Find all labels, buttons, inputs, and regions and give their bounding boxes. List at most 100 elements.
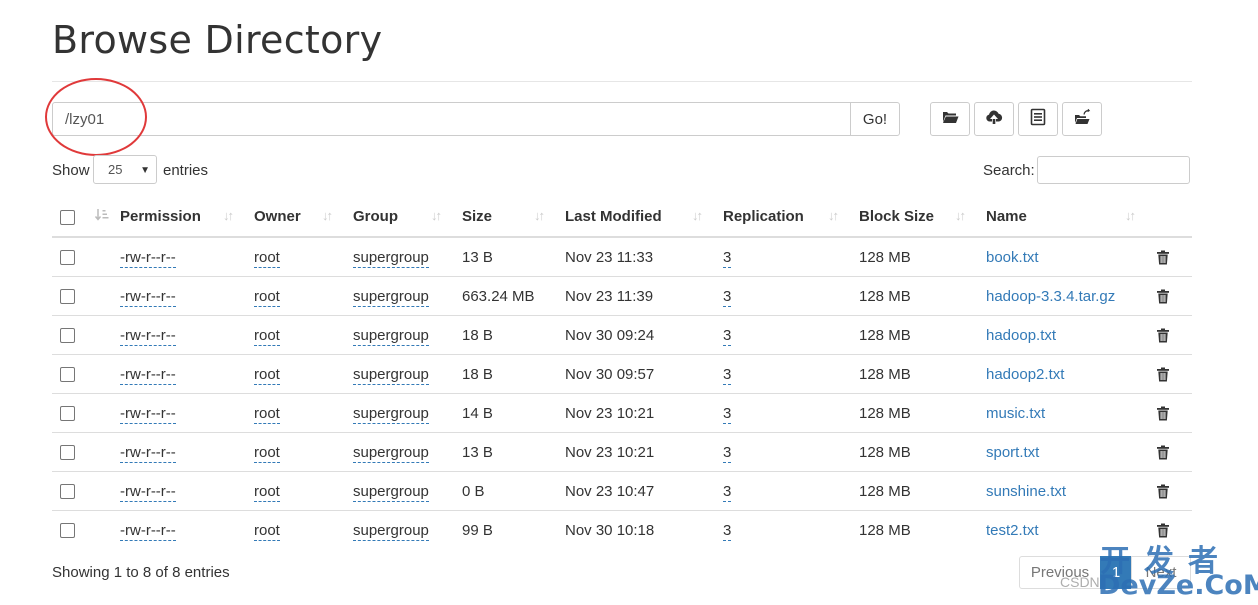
- replication-cell[interactable]: 3: [723, 521, 732, 541]
- owner-cell[interactable]: root: [254, 287, 280, 307]
- entries-length-select[interactable]: 25 ▼: [93, 155, 157, 184]
- replication-cell[interactable]: 3: [723, 365, 732, 385]
- row-checkbox[interactable]: [60, 484, 75, 500]
- permission-cell[interactable]: -rw-r--r--: [120, 248, 176, 268]
- list-view-button[interactable]: [1018, 102, 1058, 136]
- replication-cell[interactable]: 3: [723, 248, 732, 268]
- cut-paste-button[interactable]: [1062, 102, 1102, 136]
- last-modified-cell-wrap: Nov 30 09:24: [557, 315, 715, 355]
- file-name-link[interactable]: sunshine.txt: [986, 483, 1066, 500]
- file-name-link[interactable]: hadoop.txt: [986, 327, 1056, 344]
- row-spacer-cell: [86, 510, 112, 549]
- group-cell[interactable]: supergroup: [353, 482, 429, 502]
- row-checkbox[interactable]: [60, 445, 75, 461]
- size-cell-wrap: 663.24 MB: [454, 276, 557, 316]
- block-size-cell-wrap: 128 MB: [851, 432, 978, 472]
- permission-cell[interactable]: -rw-r--r--: [120, 326, 176, 346]
- page-1-button[interactable]: 1: [1100, 556, 1132, 589]
- permission-cell[interactable]: -rw-r--r--: [120, 404, 176, 424]
- upload-button[interactable]: [974, 102, 1014, 136]
- column-header-name[interactable]: Name ↓↑: [978, 197, 1148, 238]
- owner-cell[interactable]: root: [254, 404, 280, 424]
- permission-cell-wrap: -rw-r--r--: [112, 510, 246, 549]
- search-input[interactable]: [1037, 156, 1190, 184]
- create-directory-button[interactable]: [930, 102, 970, 136]
- permission-cell-wrap: -rw-r--r--: [112, 354, 246, 394]
- path-bar: Go!: [52, 102, 900, 136]
- owner-cell[interactable]: root: [254, 482, 280, 502]
- group-cell[interactable]: supergroup: [353, 287, 429, 307]
- group-cell[interactable]: supergroup: [353, 365, 429, 385]
- permission-cell[interactable]: -rw-r--r--: [120, 365, 176, 385]
- sort-icon: ↓↑: [1125, 208, 1136, 223]
- last-modified-cell-wrap: Nov 23 11:33: [557, 237, 715, 277]
- group-cell[interactable]: supergroup: [353, 248, 429, 268]
- block-size-cell-wrap: 128 MB: [851, 393, 978, 433]
- owner-cell[interactable]: root: [254, 521, 280, 541]
- upload-cloud-icon: [985, 108, 1003, 130]
- file-name-link[interactable]: book.txt: [986, 249, 1039, 266]
- replication-cell[interactable]: 3: [723, 482, 732, 502]
- last-modified-cell: Nov 23 10:47: [565, 482, 655, 500]
- size-cell: 18 B: [462, 326, 493, 344]
- owner-cell[interactable]: root: [254, 443, 280, 463]
- group-cell[interactable]: supergroup: [353, 521, 429, 541]
- group-cell[interactable]: supergroup: [353, 326, 429, 346]
- column-header-group[interactable]: Group ↓↑: [345, 197, 454, 238]
- column-header-permission[interactable]: Permission ↓↑: [112, 197, 246, 238]
- permission-cell[interactable]: -rw-r--r--: [120, 521, 176, 541]
- chevron-down-icon: ▼: [140, 165, 150, 176]
- permission-cell[interactable]: -rw-r--r--: [120, 482, 176, 502]
- owner-cell[interactable]: root: [254, 326, 280, 346]
- group-cell[interactable]: supergroup: [353, 404, 429, 424]
- trash-icon[interactable]: [1156, 522, 1170, 539]
- trash-icon[interactable]: [1156, 444, 1170, 461]
- trash-icon[interactable]: [1156, 366, 1170, 383]
- column-header-size[interactable]: Size ↓↑: [454, 197, 557, 238]
- size-cell-wrap: 14 B: [454, 393, 557, 433]
- select-all-checkbox[interactable]: [60, 209, 75, 225]
- file-name-link[interactable]: hadoop2.txt: [986, 366, 1064, 383]
- row-checkbox[interactable]: [60, 523, 75, 539]
- trash-icon[interactable]: [1156, 288, 1170, 305]
- sort-icon: ↓↑: [223, 208, 234, 223]
- path-input[interactable]: [52, 102, 864, 136]
- column-header-block-size[interactable]: Block Size ↓↑: [851, 197, 978, 238]
- trash-icon[interactable]: [1156, 249, 1170, 266]
- last-modified-cell-wrap: Nov 23 10:47: [557, 471, 715, 511]
- owner-cell[interactable]: root: [254, 248, 280, 268]
- file-table: Permission ↓↑ Owner ↓↑ Group ↓↑ Size ↓↑ Last…: [52, 197, 1192, 549]
- row-select-cell: [52, 510, 86, 549]
- row-checkbox[interactable]: [60, 367, 75, 383]
- owner-cell[interactable]: root: [254, 365, 280, 385]
- column-header-replication[interactable]: Replication ↓↑: [715, 197, 851, 238]
- column-header-last-modified[interactable]: Last Modified ↓↑: [557, 197, 715, 238]
- last-modified-cell-wrap: Nov 30 10:18: [557, 510, 715, 549]
- file-name-wrap: hadoop-3.3.4.tar.gz: [978, 276, 1148, 316]
- sort-icon: ↓↑: [828, 208, 839, 223]
- column-header-owner[interactable]: Owner ↓↑: [246, 197, 345, 238]
- group-cell[interactable]: supergroup: [353, 443, 429, 463]
- row-checkbox[interactable]: [60, 289, 75, 305]
- file-name-link[interactable]: test2.txt: [986, 522, 1039, 539]
- row-checkbox[interactable]: [60, 328, 75, 344]
- row-checkbox[interactable]: [60, 406, 75, 422]
- trash-icon[interactable]: [1156, 327, 1170, 344]
- file-name-link[interactable]: hadoop-3.3.4.tar.gz: [986, 288, 1115, 305]
- permission-cell[interactable]: -rw-r--r--: [120, 287, 176, 307]
- go-button[interactable]: Go!: [850, 102, 900, 136]
- replication-cell[interactable]: 3: [723, 443, 732, 463]
- replication-cell[interactable]: 3: [723, 326, 732, 346]
- permission-cell[interactable]: -rw-r--r--: [120, 443, 176, 463]
- owner-cell-wrap: root: [246, 393, 345, 433]
- sort-order-header[interactable]: [86, 197, 112, 238]
- replication-cell[interactable]: 3: [723, 287, 732, 307]
- sort-icon: ↓↑: [322, 208, 333, 223]
- file-name-link[interactable]: music.txt: [986, 405, 1045, 422]
- row-checkbox[interactable]: [60, 250, 75, 266]
- trash-icon[interactable]: [1156, 405, 1170, 422]
- next-page-button[interactable]: Next: [1131, 556, 1191, 589]
- trash-icon[interactable]: [1156, 483, 1170, 500]
- file-name-link[interactable]: sport.txt: [986, 444, 1039, 461]
- replication-cell[interactable]: 3: [723, 404, 732, 424]
